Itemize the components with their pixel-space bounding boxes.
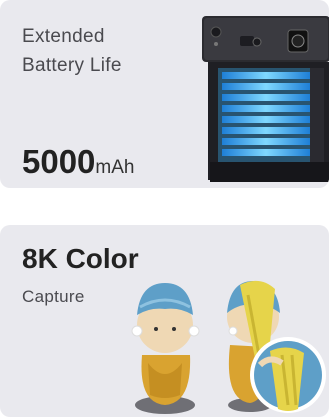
battery-capacity: 5000mAh: [22, 143, 135, 181]
battery-title-line1: Extended: [22, 26, 105, 47]
color-feature-card: 8K Color Capture: [0, 225, 329, 417]
battery-capacity-unit: mAh: [95, 157, 135, 178]
figurine-illustration: [131, 280, 326, 414]
battery-title-line2: Battery Life: [22, 55, 122, 76]
battery-feature-card: Extended Battery Life 5000mAh: [0, 0, 329, 188]
battery-capacity-value: 5000: [22, 143, 96, 180]
color-subtitle: Capture: [22, 287, 85, 306]
battery-device-illustration: [202, 16, 329, 182]
